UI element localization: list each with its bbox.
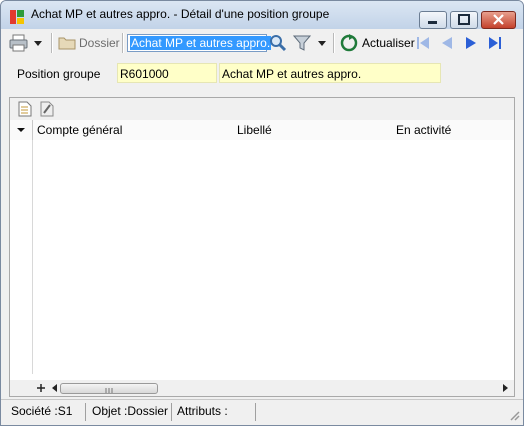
status-bar: Société :S1 Objet :Dossier Attributs : [1, 399, 523, 425]
window: Achat MP et autres appro. - Détail d'une… [0, 0, 524, 426]
folder-icon [58, 37, 76, 50]
toolbar-separator [51, 33, 52, 53]
accounts-grid: Compte général Libellé En activité [9, 97, 515, 397]
position-code-field[interactable]: R601000 [117, 63, 217, 83]
last-record-button[interactable] [487, 33, 503, 53]
row-selector-header[interactable] [10, 120, 33, 140]
window-title: Achat MP et autres appro. - Détail d'une… [31, 7, 330, 21]
scroll-left-icon[interactable] [50, 383, 58, 393]
status-societe: Société :S1 [11, 404, 73, 418]
refresh-label: Actualiser [362, 36, 415, 50]
column-header-activite[interactable]: En activité [396, 123, 451, 137]
filter-button[interactable] [293, 33, 311, 53]
edit-document-icon[interactable] [40, 101, 54, 117]
search-value: Achat MP et autres appro. [130, 36, 272, 50]
filter-icon [293, 35, 311, 51]
next-icon [466, 37, 476, 49]
title-bar[interactable]: Achat MP et autres appro. - Détail d'une… [1, 1, 523, 29]
maximize-icon [458, 14, 470, 25]
app-icon [10, 10, 24, 24]
close-button[interactable] [481, 11, 516, 29]
add-icon[interactable] [36, 383, 46, 393]
sort-arrow-icon [17, 128, 25, 132]
toolbar-separator [333, 33, 334, 53]
grip-icon [105, 388, 113, 393]
last-icon [489, 37, 501, 49]
minimize-icon [428, 21, 437, 24]
chevron-down-icon [318, 41, 326, 46]
row-selector-column [10, 140, 33, 374]
first-record-button[interactable] [415, 33, 431, 53]
toolbar-separator [122, 33, 123, 53]
grid-body[interactable] [10, 140, 514, 374]
previous-icon [442, 37, 452, 49]
status-separator [171, 403, 172, 421]
position-name-field[interactable]: Achat MP et autres appro. [219, 63, 441, 83]
print-dropdown-button[interactable] [33, 33, 43, 53]
print-button[interactable] [9, 33, 29, 53]
scrollbar-thumb[interactable] [60, 383, 158, 394]
status-separator [85, 403, 86, 421]
horizontal-scrollbar[interactable] [10, 380, 514, 396]
chevron-down-icon [34, 41, 42, 46]
search-input[interactable]: Achat MP et autres appro. [127, 34, 272, 52]
status-objet: Objet :Dossier [92, 404, 169, 418]
status-separator [255, 403, 256, 421]
dossier-button[interactable]: Dossier [58, 33, 120, 53]
dossier-label: Dossier [79, 36, 120, 50]
grid-header: Compte général Libellé En activité [10, 120, 514, 141]
search-button[interactable] [269, 33, 287, 53]
detail-panel: Position groupe R601000 Achat MP et autr… [1, 57, 523, 399]
minimize-button[interactable] [419, 11, 447, 29]
status-attributs: Attributs : [177, 404, 228, 418]
printer-icon [9, 34, 28, 52]
position-groupe-label: Position groupe [17, 67, 101, 81]
next-record-button[interactable] [463, 33, 479, 53]
filter-dropdown-button[interactable] [317, 33, 327, 53]
previous-record-button[interactable] [439, 33, 455, 53]
maximize-button[interactable] [450, 11, 478, 29]
magnifier-icon [270, 35, 287, 52]
new-document-icon[interactable] [18, 101, 32, 117]
refresh-icon [340, 34, 358, 52]
scroll-right-icon[interactable] [502, 383, 510, 393]
resize-grip-icon[interactable] [509, 410, 521, 422]
column-header-compte[interactable]: Compte général [37, 123, 122, 137]
first-icon [417, 37, 429, 49]
refresh-button[interactable]: Actualiser [340, 33, 415, 53]
toolbar: Dossier Achat MP et autres appro. Actual… [1, 29, 523, 57]
grid-toolbar [10, 98, 514, 121]
close-icon [493, 14, 504, 25]
column-header-libelle[interactable]: Libellé [237, 123, 272, 137]
